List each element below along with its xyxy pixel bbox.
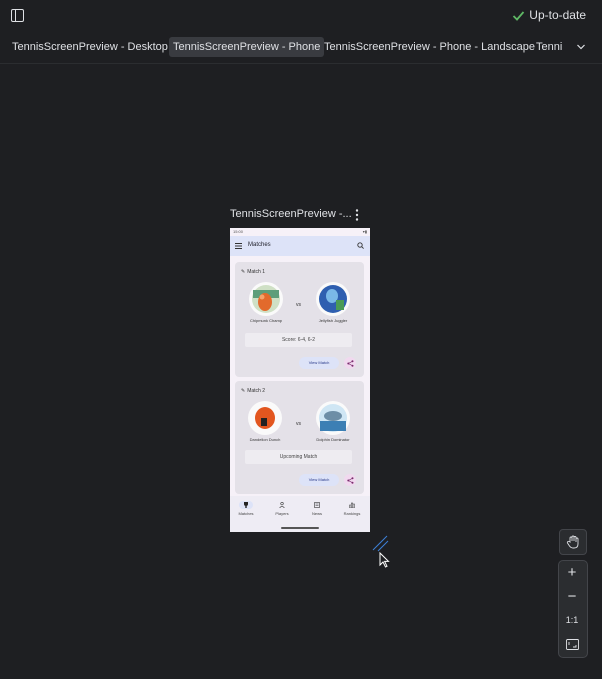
tab-phone[interactable]: TennisScreenPreview - Phone	[169, 37, 325, 57]
person-icon	[275, 501, 289, 509]
player-right[interactable]: Dolphin Dominator	[313, 401, 353, 442]
player-right[interactable]: Jellyfish Juggler	[313, 282, 353, 323]
jellyfish-avatar	[316, 282, 350, 316]
nav-item-rankings[interactable]: Rankings	[338, 501, 366, 516]
score-box: Upcoming Match	[245, 450, 352, 464]
phone-bottom-nav: Matches Players News Rankings	[230, 496, 370, 532]
score-box: Score: 6-4, 6-2	[245, 333, 352, 347]
player-name: Dolphin Dominator	[316, 437, 350, 442]
tab-phone-landscape[interactable]: TennisScreenPreview - Phone - Landscape	[320, 37, 539, 57]
zoom-in-button[interactable]: +	[559, 560, 585, 584]
status-label: Up-to-date	[529, 8, 586, 22]
player-left[interactable]: Dandelion Dunch	[245, 401, 285, 442]
zoom-out-button[interactable]: −	[559, 584, 585, 608]
gesture-bar	[281, 527, 319, 529]
rankings-icon	[345, 501, 359, 509]
player-name: Chipmunk Champ	[249, 318, 282, 323]
preview-title: TennisScreenPreview -...	[230, 208, 352, 220]
vs-label: vs	[296, 421, 301, 427]
status-indicator: Up-to-date	[512, 8, 586, 22]
match-title: ✎ Match 1	[241, 269, 265, 275]
share-icon	[346, 359, 353, 367]
player-left[interactable]: Chipmunk Champ	[246, 282, 286, 323]
pan-button[interactable]	[559, 529, 587, 555]
actual-size-button[interactable]: 1:1	[559, 608, 585, 632]
player-name: Jellyfish Juggler	[318, 318, 348, 323]
nav-item-news[interactable]: News	[303, 501, 331, 516]
resize-handle-icon[interactable]	[372, 535, 390, 553]
hand-icon	[566, 535, 579, 549]
fit-screen-button[interactable]	[559, 632, 585, 656]
match-title: ✎ Match 2	[241, 388, 265, 394]
share-icon	[346, 476, 353, 484]
chevron-down-icon[interactable]	[576, 42, 586, 52]
phone-app-title: Matches	[248, 242, 271, 248]
share-button[interactable]	[344, 357, 356, 369]
checkmark-icon	[513, 10, 525, 21]
view-match-button[interactable]: View Match	[299, 474, 339, 486]
tab-overflow-partial[interactable]: Tenni	[532, 37, 566, 57]
hamburger-icon[interactable]	[235, 243, 242, 249]
share-button[interactable]	[344, 474, 356, 486]
panel-toggle-icon[interactable]	[11, 9, 24, 22]
dandelion-avatar	[248, 401, 282, 435]
dolphin-avatar	[316, 401, 350, 435]
tab-desktop[interactable]: TennisScreenPreview - Desktop	[8, 37, 172, 57]
view-match-button[interactable]: View Match	[299, 357, 339, 369]
nav-item-matches[interactable]: Matches	[232, 501, 260, 516]
tennis-icon: ✎	[241, 388, 246, 394]
trophy-icon	[239, 501, 253, 509]
fit-screen-icon	[565, 638, 579, 650]
mouse-cursor-icon	[379, 552, 390, 568]
phone-preview[interactable]: 15:00 ▾▮ Matches ✎ Match 1 Chipmunk Cham…	[230, 228, 370, 532]
chipmunk-avatar	[249, 282, 283, 316]
search-icon[interactable]	[357, 242, 364, 249]
preview-tabs: TennisScreenPreview - Desktop TennisScre…	[0, 37, 602, 59]
match-card: ✎ Match 1 Chipmunk Champ vs Jellyfish Ju…	[235, 262, 364, 377]
top-toolbar: Up-to-date	[0, 0, 602, 32]
nav-item-players[interactable]: Players	[268, 501, 296, 516]
vertical-dots-icon[interactable]	[352, 208, 362, 222]
match-card: ✎ Match 2 Dandelion Dunch vs Dolphin Dom…	[235, 381, 364, 494]
news-icon	[310, 501, 324, 509]
tennis-icon: ✎	[241, 269, 246, 275]
player-name: Dandelion Dunch	[249, 437, 281, 442]
phone-app-bar: Matches	[230, 236, 370, 256]
vs-label: vs	[296, 302, 301, 308]
